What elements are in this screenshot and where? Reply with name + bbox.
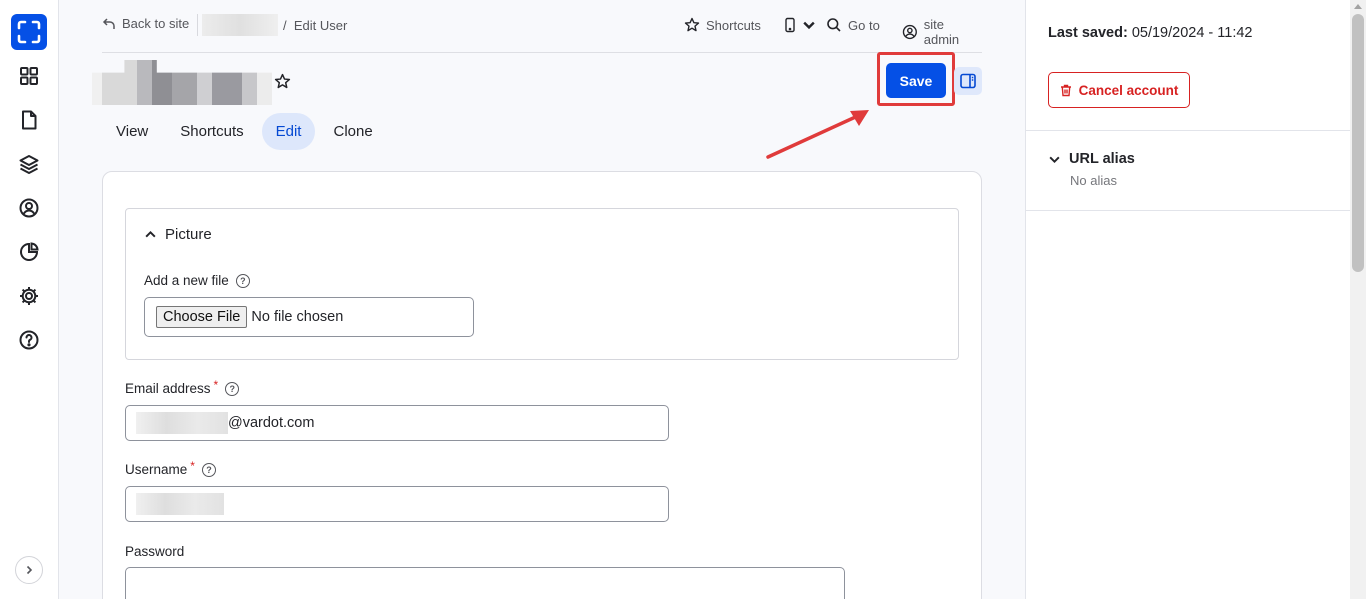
logo-icon[interactable] xyxy=(11,14,47,50)
people-user-icon[interactable] xyxy=(17,196,41,220)
tab-clone[interactable]: Clone xyxy=(319,113,386,150)
tab-view[interactable]: View xyxy=(102,113,162,150)
content-file-icon[interactable] xyxy=(17,108,41,132)
sidebar-divider xyxy=(1026,130,1351,131)
email-value-suffix: @vardot.com xyxy=(228,415,315,431)
chevron-down-icon xyxy=(1049,156,1060,163)
shortcuts-label: Shortcuts xyxy=(706,17,761,33)
admin-toolbar xyxy=(0,0,59,599)
go-to-label: Go to xyxy=(848,17,880,33)
last-saved-label: Last saved: xyxy=(1048,25,1128,41)
star-icon xyxy=(684,17,700,32)
config-gear-icon[interactable] xyxy=(17,284,41,308)
help-icon[interactable]: ? xyxy=(201,462,216,477)
trash-icon xyxy=(1060,84,1071,96)
email-label: Email address * ? xyxy=(125,377,240,396)
local-tasks-tabs: View Shortcuts Edit Clone xyxy=(102,113,387,150)
chevron-up-icon xyxy=(145,230,156,238)
email-redacted xyxy=(136,412,228,434)
file-upload-input[interactable]: Choose File No file chosen xyxy=(144,297,474,337)
password-field[interactable] xyxy=(125,567,845,599)
no-file-text: No file chosen xyxy=(251,309,344,325)
page-scrollbar[interactable] xyxy=(1350,0,1366,599)
sidebar-toggle-button[interactable] xyxy=(954,67,982,95)
shortcuts-link[interactable]: Shortcuts xyxy=(684,17,761,33)
breadcrumb-redacted[interactable] xyxy=(202,14,278,36)
chevron-down-icon xyxy=(803,21,815,30)
last-saved: Last saved: 05/19/2024 - 11:42 xyxy=(1048,25,1253,41)
tab-shortcuts[interactable]: Shortcuts xyxy=(166,113,257,150)
back-arrow-icon xyxy=(102,17,115,29)
user-avatar-icon xyxy=(902,24,917,40)
main-content: Back to site / Edit User Shortcuts Go to… xyxy=(59,0,1025,599)
username-redacted xyxy=(136,493,224,515)
user-form-card: Picture Add a new file ? Choose File No … xyxy=(102,171,982,599)
go-to-link[interactable]: Go to xyxy=(826,17,880,33)
required-mark: * xyxy=(213,377,219,392)
picture-toggle[interactable]: Picture xyxy=(144,226,212,243)
dashboard-icon[interactable] xyxy=(17,64,41,88)
username-label: Username * ? xyxy=(125,458,216,477)
reports-pie-icon[interactable] xyxy=(17,240,41,264)
url-alias-value: No alias xyxy=(1070,173,1117,188)
sidebar-panel-icon xyxy=(960,73,976,89)
help-icon[interactable]: ? xyxy=(235,273,250,288)
device-preview-dropdown[interactable] xyxy=(782,17,817,33)
scroll-up-arrow-icon[interactable] xyxy=(1354,4,1362,9)
favorite-star-icon[interactable] xyxy=(274,73,291,90)
url-alias-label: URL alias xyxy=(1069,151,1135,167)
help-question-icon[interactable] xyxy=(17,328,41,352)
help-icon[interactable]: ? xyxy=(225,381,240,396)
last-saved-value: 05/19/2024 - 11:42 xyxy=(1131,25,1253,41)
password-label: Password xyxy=(125,544,185,559)
save-highlight-box xyxy=(877,52,955,106)
structure-layers-icon[interactable] xyxy=(17,152,41,176)
picture-legend: Picture xyxy=(165,226,212,243)
add-file-label: Add a new file ? xyxy=(144,273,250,288)
cancel-account-button[interactable]: Cancel account xyxy=(1048,72,1190,108)
annotation-arrow-icon xyxy=(766,110,869,159)
chevron-right-icon xyxy=(26,565,33,575)
user-menu[interactable]: site admin xyxy=(902,17,982,47)
breadcrumb-separator xyxy=(197,14,198,36)
breadcrumb-current: / Edit User xyxy=(283,18,348,33)
scrollbar-thumb[interactable] xyxy=(1352,14,1364,272)
tab-edit[interactable]: Edit xyxy=(261,113,316,150)
url-alias-toggle[interactable]: URL alias xyxy=(1048,151,1135,167)
meta-sidebar: Last saved: 05/19/2024 - 11:42 Cancel ac… xyxy=(1025,0,1351,599)
choose-file-button[interactable]: Choose File xyxy=(156,306,248,328)
username-field[interactable] xyxy=(125,486,669,522)
sidebar-divider xyxy=(1026,210,1351,211)
required-mark: * xyxy=(190,458,195,473)
user-label: site admin xyxy=(923,17,960,47)
page-title-redacted xyxy=(92,60,272,105)
expand-toolbar-button[interactable] xyxy=(15,556,43,584)
mobile-device-icon xyxy=(785,17,795,33)
top-bar: Back to site / Edit User Shortcuts Go to… xyxy=(102,0,982,53)
back-to-site-label: Back to site xyxy=(122,16,190,31)
email-field[interactable]: @vardot.com xyxy=(125,405,669,441)
search-icon xyxy=(827,18,841,32)
back-to-site-link[interactable]: Back to site xyxy=(102,16,189,31)
picture-fieldset: Picture Add a new file ? Choose File No … xyxy=(125,208,959,360)
